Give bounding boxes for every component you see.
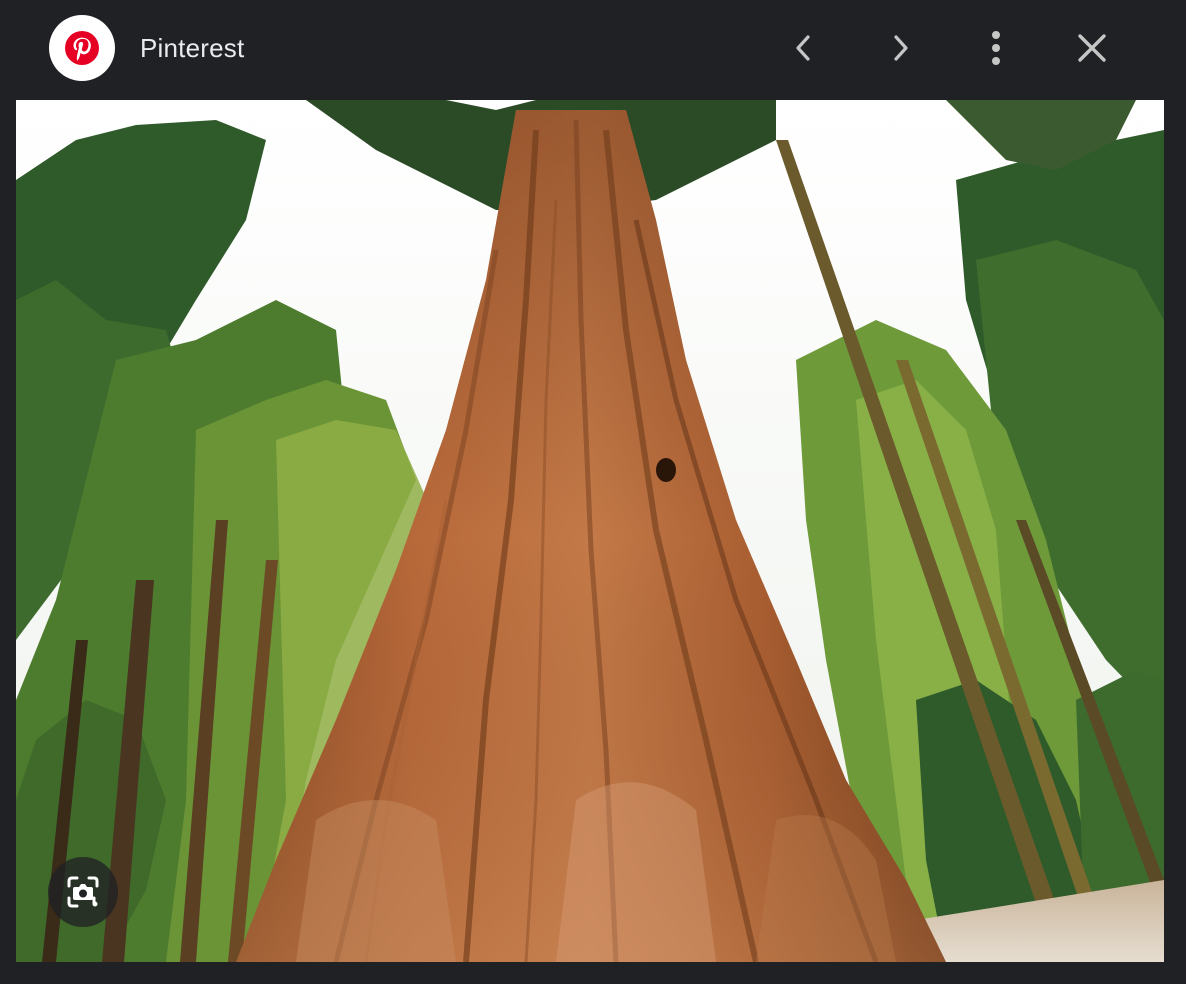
panel-footer [16,962,1164,984]
chevron-left-icon [796,35,810,61]
lens-search-button[interactable] [48,857,118,927]
close-button[interactable] [1066,22,1118,74]
chevron-right-icon [894,35,908,61]
viewer-header: Pinterest [16,0,1164,100]
preview-image[interactable] [16,100,1164,962]
image-viewer-panel: Pinterest [16,0,1164,984]
previous-button[interactable] [778,22,830,74]
more-vert-icon [992,31,1000,65]
next-button[interactable] [874,22,926,74]
more-options-button[interactable] [970,22,1022,74]
close-icon [1078,34,1106,62]
sequoia-tree-photo [16,100,1164,962]
lens-search-icon [67,876,99,908]
source-name[interactable]: Pinterest [140,31,244,65]
pinterest-logo-icon[interactable] [49,15,115,81]
